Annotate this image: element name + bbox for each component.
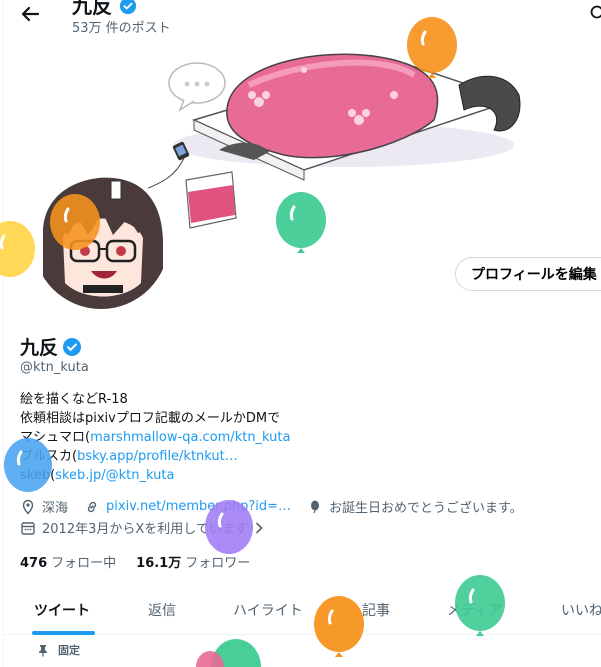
active-tab-indicator xyxy=(32,631,95,635)
location-icon xyxy=(22,499,34,515)
bio-text: マシュマロ( xyxy=(20,430,91,445)
profile-tabs: ツイート 返信 ハイライト 記事 メディア いいね xyxy=(4,588,601,635)
pinned-label: 固定 xyxy=(58,644,80,657)
top-bar: 九反 53万 件のポスト xyxy=(0,0,601,40)
tab-likes[interactable]: いいね xyxy=(561,600,601,620)
bio-line: 依頼相談はpixivプロフ記載のメールかDMで xyxy=(20,411,281,426)
birthday-text: お誕生日おめでとうございます。 xyxy=(328,501,523,516)
skeb-link[interactable]: skeb.jp/@ktn_kuta xyxy=(55,468,174,483)
chevron-right-icon xyxy=(256,522,263,533)
balloon-icon xyxy=(310,500,319,513)
followers-count: 16.1万 xyxy=(136,556,182,571)
profile-name: 九反 xyxy=(20,337,59,359)
bio-line: skeb(skeb.jp/@ktn_kuta xyxy=(20,466,440,485)
tab-tweets[interactable]: ツイート xyxy=(34,600,90,620)
profile-meta: 深海 pixiv.net/member.php?id=… お誕生日おめでとうござ… xyxy=(20,497,523,516)
profile-bio: 絵を描くなどR-18 依頼相談はpixivプロフ記載のメールかDMで マシュマロ… xyxy=(20,390,440,485)
following-count: 476 xyxy=(20,556,48,571)
bio-text: ブルスカ( xyxy=(20,449,78,464)
bio-line: 絵を描くなどR-18 xyxy=(20,392,128,407)
back-arrow-icon[interactable] xyxy=(16,0,44,28)
tab-media[interactable]: メディア xyxy=(447,600,502,620)
tab-replies[interactable]: 返信 xyxy=(148,600,176,620)
joined-text: 2012年3月からXを利用しています xyxy=(42,522,248,537)
calendar-icon xyxy=(21,521,35,535)
bio-line: マシュマロ(marshmallow-qa.com/ktn_kuta xyxy=(20,428,440,447)
following-link[interactable]: 476 フォロー中 xyxy=(20,552,116,571)
header-name: 九反 xyxy=(72,0,112,18)
bio-line: ブルスカ(bsky.app/profile/ktnkut… xyxy=(20,447,440,466)
avatar[interactable] xyxy=(30,170,172,312)
following-label: フォロー中 xyxy=(51,556,117,571)
profile-name-row: 九反 xyxy=(20,333,82,360)
bio-text: skeb( xyxy=(20,468,56,483)
tab-articles[interactable]: 記事 xyxy=(362,600,390,620)
followers-link[interactable]: 16.1万 フォロワー xyxy=(136,552,250,571)
link-icon xyxy=(87,501,97,512)
pinned-label-row: 固定 xyxy=(39,642,80,658)
website-link[interactable]: pixiv.net/member.php?id=… xyxy=(106,499,291,514)
verified-icon xyxy=(63,337,82,356)
post-count: 53万 件のポスト xyxy=(72,21,171,36)
bluesky-link[interactable]: bsky.app/profile/ktnkut… xyxy=(77,449,238,464)
follow-stats: 476 フォロー中 16.1万 フォロワー xyxy=(20,552,250,571)
marshmallow-link[interactable]: marshmallow-qa.com/ktn_kuta xyxy=(90,430,290,445)
profile-handle: @ktn_kuta xyxy=(20,360,89,375)
followers-label: フォロワー xyxy=(185,556,251,571)
search-icon[interactable] xyxy=(590,5,601,21)
edit-profile-button[interactable]: プロフィールを編集 xyxy=(455,257,601,291)
balloon-icon xyxy=(196,639,261,667)
pin-icon xyxy=(39,645,47,657)
tab-highlights[interactable]: ハイライト xyxy=(233,600,303,620)
joined-row[interactable]: 2012年3月からXを利用しています xyxy=(20,518,266,537)
verified-icon xyxy=(119,0,137,15)
location-text: 深海 xyxy=(42,501,69,516)
avatar-illustration xyxy=(33,173,169,309)
